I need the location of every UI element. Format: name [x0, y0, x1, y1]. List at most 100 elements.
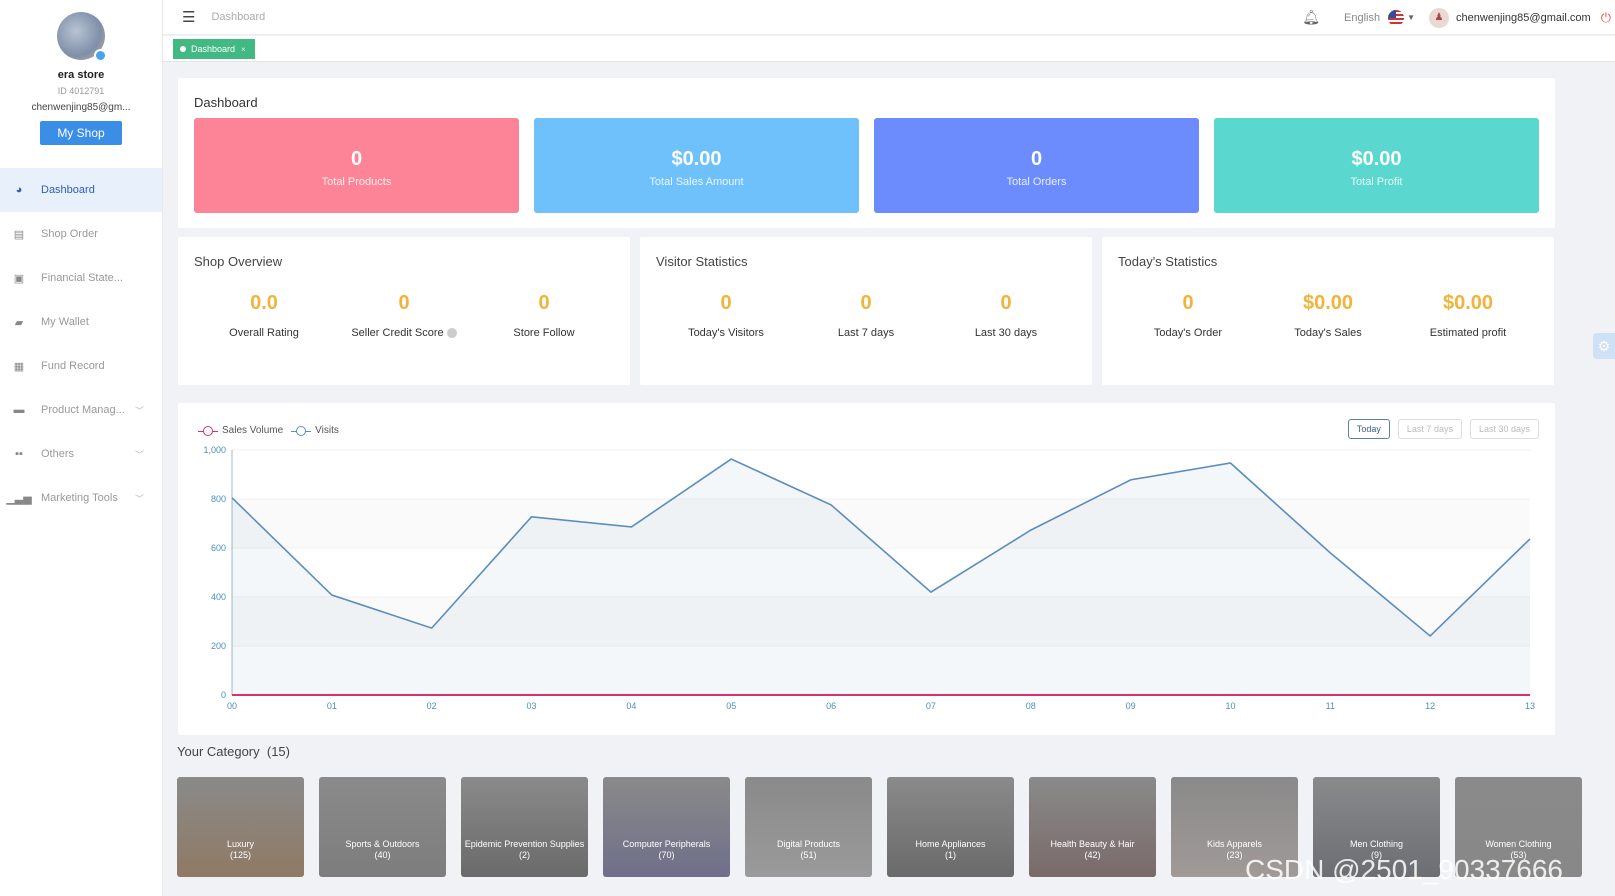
category-card[interactable]: Home Appliances (1) — [887, 777, 1014, 877]
category-product-count: (42) — [1084, 850, 1101, 860]
sidebar-item-label: Product Manag... — [41, 404, 125, 416]
metric-label: Last 30 days — [974, 327, 1038, 339]
x-tick-label: 08 — [1026, 701, 1036, 711]
category-product-count: (125) — [229, 850, 251, 860]
stat-value: $0.00 — [1351, 148, 1402, 170]
dashboard-card: Dashboard 0 Total Products $0.00 Total Sal… — [178, 78, 1555, 228]
category-name: Computer Peripherals — [622, 839, 711, 849]
metric-label: Estimated profit — [1429, 327, 1507, 339]
sidebar-item-label: Fund Record — [41, 360, 105, 372]
close-icon[interactable]: × — [241, 45, 246, 54]
us-flag-icon[interactable] — [1388, 9, 1405, 26]
category-name: Digital Products — [776, 839, 841, 849]
y-tick-label: 400 — [211, 592, 226, 602]
watermark: CSDN @2501_90337666 — [1245, 854, 1563, 885]
breadcrumb: Dashboard — [211, 11, 266, 23]
stat-value: 0 — [350, 148, 363, 170]
metric-todays-order: 0 Today's Order — [1118, 292, 1258, 339]
category-name: Kids Apparels — [1206, 839, 1263, 849]
y-tick-label: 0 — [221, 690, 226, 700]
metric-value: 0.0 — [250, 292, 278, 314]
category-name: Men Clothing — [1349, 839, 1404, 849]
user-email[interactable]: chenwenjing85@gmail.com — [1456, 12, 1591, 24]
document-icon: ▦ — [13, 360, 25, 373]
category-caption: Home Appliances (1) — [887, 839, 1014, 861]
y-tick-label: 800 — [211, 494, 226, 504]
category-caption: Sports & Outdoors (40) — [319, 839, 446, 861]
help-question-icon[interactable] — [446, 328, 457, 339]
category-card[interactable]: Health Beauty & Hair (42) — [1029, 777, 1156, 877]
y-tick-label: 600 — [211, 543, 226, 553]
sidebar-item-label: My Wallet — [41, 316, 89, 328]
sidebar-item-shop-order[interactable]: ▤ Shop Order — [0, 212, 162, 256]
x-tick-label: 06 — [826, 701, 836, 711]
verified-badge-icon — [94, 49, 107, 62]
sidebar-item-label: Dashboard — [41, 184, 95, 196]
settings-gear-icon[interactable]: ⚙ — [1593, 333, 1615, 359]
metric-todays-sales: $0.00 Today's Sales — [1258, 292, 1398, 339]
grid-icon: ▪▪ — [15, 448, 23, 460]
category-card[interactable]: Digital Products (51) — [745, 777, 872, 877]
category-caption: Epidemic Prevention Supplies (2) — [461, 839, 588, 861]
sidebar-item-others[interactable]: ▪▪ Others ﹀ — [0, 432, 162, 476]
category-name: Sports & Outdoors — [345, 839, 420, 849]
logout-power-icon[interactable]: ⏻ — [1601, 10, 1611, 26]
metric-seller-credit-score: 0 Seller Credit Score — [334, 292, 474, 339]
stat-label: Total Profit — [1350, 176, 1403, 188]
sidebar-item-my-wallet[interactable]: ▰ My Wallet — [0, 300, 162, 344]
stat-label: Total Sales Amount — [649, 176, 744, 188]
metric-label: Store Follow — [513, 327, 575, 339]
category-product-count: (51) — [800, 850, 817, 860]
category-product-count: (40) — [374, 850, 391, 860]
metric-value: 0 — [720, 292, 732, 314]
sidebar-item-dashboard[interactable]: ◕ Dashboard — [0, 168, 162, 212]
visitor-statistics-card: Visitor Statistics 0 Today's Visitors 0 La… — [640, 237, 1092, 385]
category-card[interactable]: Luxury (125) — [177, 777, 304, 877]
stat-total-orders[interactable]: 0 Total Orders — [874, 118, 1199, 213]
notification-bell-icon[interactable]: 🔔︎ — [1302, 9, 1320, 26]
tab-dashboard[interactable]: Dashboard × — [173, 39, 255, 59]
stat-total-profit[interactable]: $0.00 Total Profit — [1214, 118, 1539, 213]
stat-value: 0 — [1030, 148, 1043, 170]
store-email: chenwenjing85@gm... — [31, 102, 131, 113]
x-tick-label: 05 — [726, 701, 736, 711]
category-card[interactable]: Sports & Outdoors (40) — [319, 777, 446, 877]
metric-label: Overall Rating — [229, 327, 299, 339]
y-tick-label: 1,000 — [203, 445, 226, 455]
sidebar-item-marketing-tools[interactable]: ▁▃▅ Marketing Tools ﹀ — [0, 476, 162, 520]
user-avatar[interactable]: ♟ — [1429, 7, 1450, 28]
briefcase-icon: ▬ — [13, 404, 25, 416]
metric-store-follow: 0 Store Follow — [474, 292, 614, 339]
sidebar-item-label: Shop Order — [41, 228, 98, 240]
sidebar-item-label: Others — [41, 448, 75, 460]
category-caption: Computer Peripherals (70) — [603, 839, 730, 861]
sidebar-item-financial-statement[interactable]: ▣ Financial State... — [0, 256, 162, 300]
sidebar-item-product-management[interactable]: ▬ Product Manag... ﹀ — [0, 388, 162, 432]
menu-toggle-icon[interactable]: ☰ — [182, 8, 195, 26]
sidebar-menu: ◕ Dashboard ▤ Shop Order ▣ Financial State.… — [0, 168, 162, 520]
shop-overview-title: Shop Overview — [194, 254, 283, 269]
todays-statistics-title: Today's Statistics — [1118, 254, 1218, 269]
chevron-down-icon: ﹀ — [134, 493, 144, 504]
metric-value: $0.00 — [1442, 292, 1494, 314]
x-tick-label: 07 — [926, 701, 936, 711]
shop-overview-card: Shop Overview 0.0 Overall Rating 0 Seller … — [178, 237, 630, 385]
bar-chart-icon: ▁▃▅ — [6, 492, 32, 505]
tabs-bar: Dashboard × — [163, 36, 1615, 62]
language-selector[interactable]: English — [1344, 12, 1380, 24]
category-caption: Health Beauty & Hair (42) — [1029, 839, 1156, 861]
x-tick-label: 01 — [327, 701, 337, 711]
metric-last-30-days: 0 Last 30 days — [936, 292, 1076, 339]
my-shop-button[interactable]: My Shop — [40, 121, 122, 145]
metric-value: 0 — [538, 292, 550, 314]
dashboard-title: Dashboard — [194, 95, 258, 110]
caret-down-icon[interactable]: ▼ — [1407, 13, 1415, 22]
category-card[interactable]: Epidemic Prevention Supplies (2) — [461, 777, 588, 877]
sidebar-item-label: Financial State... — [41, 272, 123, 284]
category-card[interactable]: Computer Peripherals (70) — [603, 777, 730, 877]
stat-total-products[interactable]: 0 Total Products — [194, 118, 519, 213]
stat-total-sales-amount[interactable]: $0.00 Total Sales Amount — [534, 118, 859, 213]
active-dot-icon — [180, 46, 186, 52]
store-avatar[interactable] — [57, 12, 107, 62]
sidebar-item-fund-record[interactable]: ▦ Fund Record — [0, 344, 162, 388]
